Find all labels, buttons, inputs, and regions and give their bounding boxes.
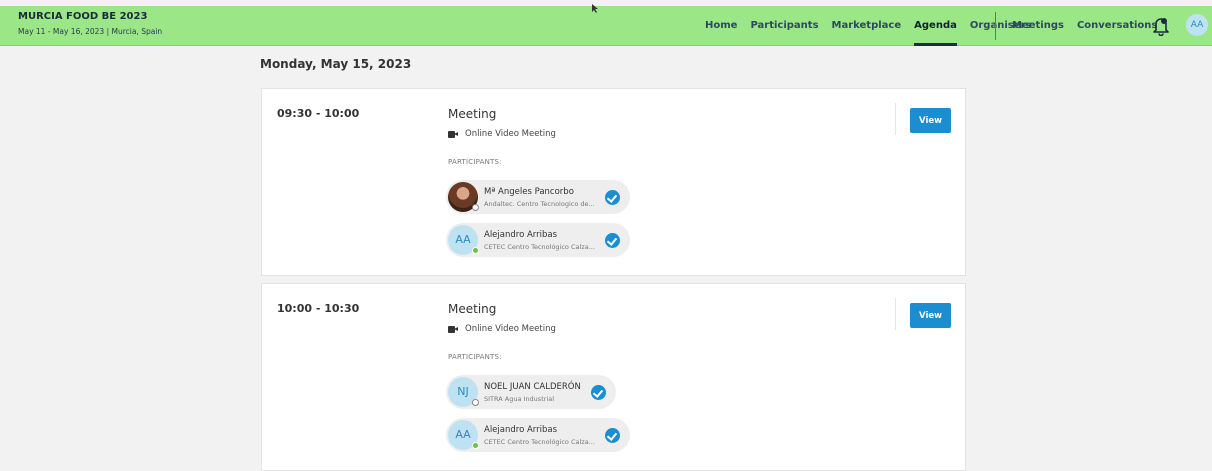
card-divider	[895, 103, 896, 135]
participant-avatar: AA	[448, 420, 479, 450]
nav-agenda[interactable]: Agenda	[914, 6, 957, 46]
card-divider	[895, 298, 896, 330]
participant-chip[interactable]: AA Alejandro Arribas CETEC Centro Tecnol…	[446, 223, 630, 257]
meeting-type: Meeting	[448, 302, 497, 316]
participant-initials: AA	[455, 428, 471, 441]
online-status-icon	[472, 442, 479, 449]
nav-meetings[interactable]: Meetings	[1012, 6, 1064, 46]
bell-icon[interactable]	[1152, 16, 1170, 36]
event-title[interactable]: MURCIA FOOD BE 2023	[18, 11, 147, 22]
participant-name: Alejandro Arribas	[484, 424, 558, 435]
video-camera-icon	[448, 325, 458, 333]
mouse-cursor-icon	[592, 4, 598, 13]
meeting-mode-label: Online Video Meeting	[465, 324, 556, 334]
view-button[interactable]: View	[910, 303, 951, 328]
video-camera-icon	[448, 130, 458, 138]
meeting-mode-label: Online Video Meeting	[465, 129, 556, 139]
check-circle-icon	[604, 427, 620, 443]
participant-name: Alejandro Arribas	[484, 229, 558, 240]
participant-chip[interactable]: NJ NOEL JUAN CALDERÓN SITRA Agua Industr…	[446, 375, 616, 409]
participant-org: CETEC Centro Tecnológico Calza...	[484, 437, 595, 446]
event-subtitle: May 11 - May 16, 2023 | Murcia, Spain	[18, 27, 163, 36]
participant-name: Mª Angeles Pancorbo	[484, 186, 574, 197]
participants-label: PARTICIPANTS:	[448, 353, 502, 361]
user-avatar[interactable]: AA	[1186, 14, 1208, 36]
offline-status-icon	[472, 204, 479, 211]
view-button[interactable]: View	[910, 108, 951, 133]
top-bar: MURCIA FOOD BE 2023 May 11 - May 16, 202…	[0, 6, 1212, 46]
nav-home[interactable]: Home	[705, 6, 737, 46]
meeting-card: 09:30 - 10:00 Meeting Online Video Meeti…	[261, 88, 966, 276]
participant-avatar: AA	[448, 225, 479, 255]
participant-initials: AA	[455, 233, 471, 246]
participant-name: NOEL JUAN CALDERÓN	[484, 381, 581, 392]
nav-participants[interactable]: Participants	[750, 6, 818, 46]
meeting-mode: Online Video Meeting	[448, 129, 556, 139]
participant-avatar: NJ	[448, 377, 479, 407]
meeting-time: 10:00 - 10:30	[277, 302, 360, 315]
participant-org: Andaltec. Centro Tecnologico de...	[484, 199, 595, 208]
meeting-card: 10:00 - 10:30 Meeting Online Video Meeti…	[261, 283, 966, 471]
online-status-icon	[472, 247, 479, 254]
nav-conversations[interactable]: Conversations	[1077, 6, 1157, 46]
nav-marketplace[interactable]: Marketplace	[832, 6, 902, 46]
participant-initials: NJ	[457, 385, 469, 398]
nav-divider	[995, 12, 996, 40]
participant-org: CETEC Centro Tecnológico Calza...	[484, 242, 595, 251]
participant-photo-avatar	[448, 182, 479, 212]
offline-status-icon	[472, 399, 479, 406]
check-circle-icon	[604, 189, 620, 205]
participants-label: PARTICIPANTS:	[448, 158, 502, 166]
check-circle-icon	[590, 384, 606, 400]
participant-chip[interactable]: Mª Angeles Pancorbo Andaltec. Centro Tec…	[446, 180, 630, 214]
check-circle-icon	[604, 232, 620, 248]
participant-org: SITRA Agua Industrial	[484, 394, 555, 403]
meeting-mode: Online Video Meeting	[448, 324, 556, 334]
participant-chip[interactable]: AA Alejandro Arribas CETEC Centro Tecnol…	[446, 418, 630, 452]
meeting-time: 09:30 - 10:00	[277, 107, 360, 120]
main-nav: Home Participants Marketplace Agenda Org…	[705, 6, 1044, 46]
secondary-nav: Meetings Conversations	[1012, 6, 1170, 46]
meeting-type: Meeting	[448, 107, 497, 121]
date-heading: Monday, May 15, 2023	[260, 57, 412, 71]
